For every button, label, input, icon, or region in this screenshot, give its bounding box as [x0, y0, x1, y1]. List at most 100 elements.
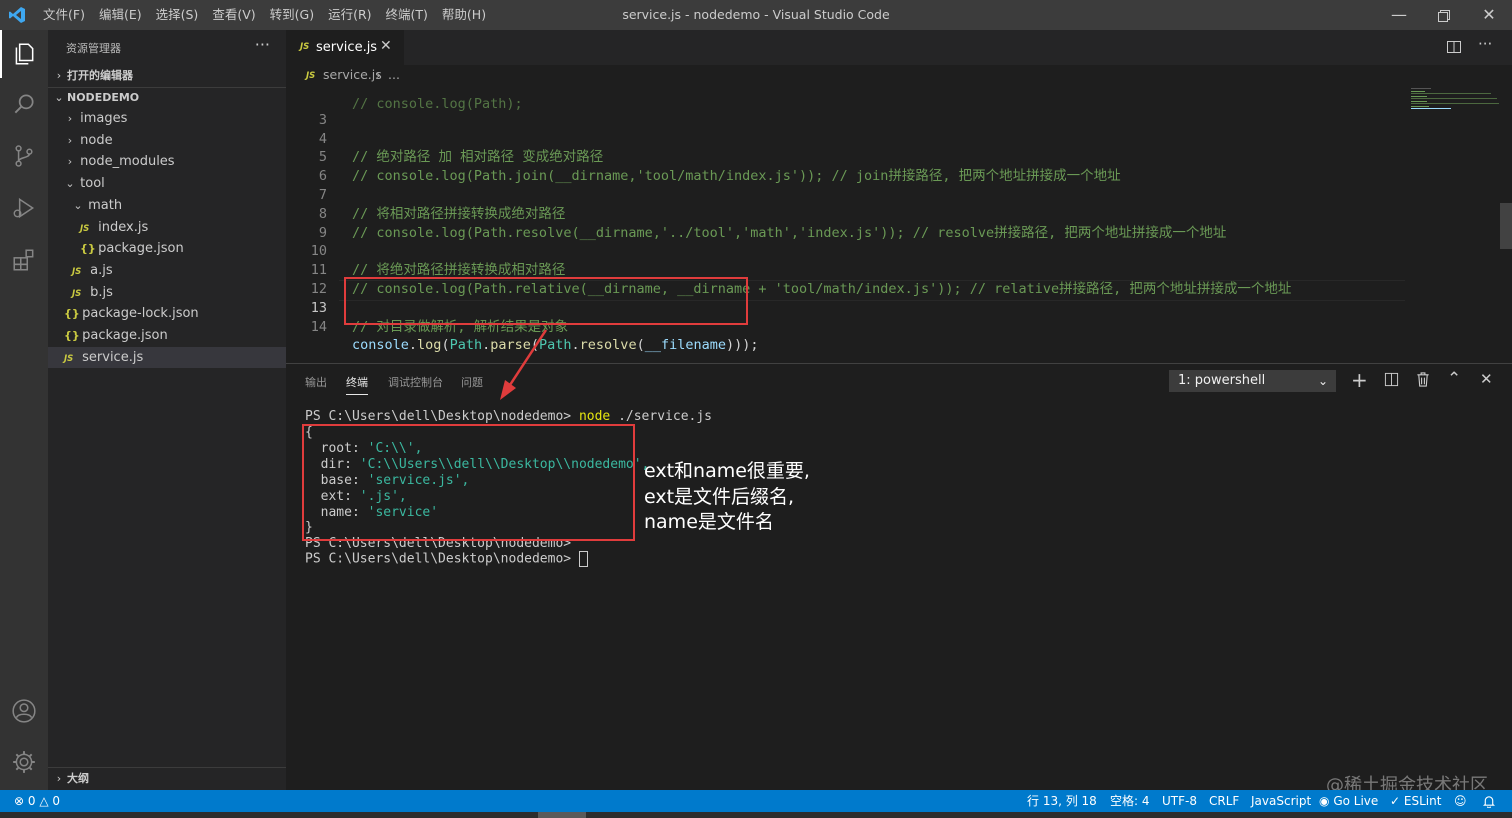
menu-bar: 文件(F) 编辑(E) 选择(S) 查看(V) 转到(G) 运行(R) 终端(T…	[36, 0, 493, 30]
code-line: 4 // 绝对路径 加 相对路径 变成绝对路径	[286, 111, 1498, 166]
split-editor-icon[interactable]	[1446, 39, 1462, 59]
code-line: 11 // console.log(Path.relative(__dirnam…	[286, 242, 1498, 297]
manage-gear-icon[interactable]	[0, 738, 48, 786]
breadcrumb: JS service.js › ...	[286, 65, 1512, 87]
go-live-label: Go Live	[1333, 794, 1379, 808]
js-file-icon: JS	[300, 42, 310, 52]
menu-help[interactable]: 帮助(H)	[435, 0, 493, 30]
line-number: 14	[310, 318, 327, 335]
restore-icon[interactable]	[1421, 0, 1467, 30]
tree-file-service-js[interactable]: JS service.js	[48, 346, 302, 369]
tree-file-math-package-json[interactable]: {} package.json	[48, 238, 318, 260]
tree-file-package-json[interactable]: {} package.json	[48, 325, 302, 347]
feedback-icon[interactable]: ☺	[1454, 790, 1467, 812]
breadcrumb-file[interactable]: service.js	[323, 65, 382, 85]
chevron-right-icon: ›	[56, 772, 62, 785]
language-mode[interactable]: JavaScript	[1251, 790, 1311, 812]
explorer-icon[interactable]	[0, 30, 48, 78]
close-window-icon[interactable]: ✕	[1466, 0, 1512, 30]
indentation[interactable]: 空格: 4	[1110, 790, 1150, 812]
maximize-panel-icon[interactable]: ⌃	[1447, 369, 1461, 389]
tree-folder-node-modules[interactable]: › node_modules	[48, 151, 302, 173]
annotation-line: name是文件名	[644, 511, 774, 533]
problems-indicator[interactable]: ⊗ 0 △ 0	[14, 790, 60, 812]
source-control-icon[interactable]	[0, 132, 48, 180]
tab-output[interactable]: 输出	[305, 374, 327, 390]
terminal-line: PS C:\Users\dell\Desktop\nodedemo> node …	[305, 409, 712, 424]
project-section[interactable]: ⌄ NODEDEMO	[48, 87, 286, 109]
code-line: 3	[286, 92, 1498, 128]
menu-go[interactable]: 转到(G)	[263, 0, 321, 30]
annotation-line: ext和name很重要,	[644, 460, 810, 482]
error-icon: ⊗	[14, 794, 25, 808]
more-actions-icon[interactable]: ···	[1478, 35, 1492, 53]
json-file-icon: {}	[64, 329, 80, 342]
encoding[interactable]: UTF-8	[1162, 790, 1197, 812]
tree-label: node	[80, 132, 113, 148]
menu-file[interactable]: 文件(F)	[36, 0, 92, 30]
tree-label: images	[80, 111, 128, 126]
trash-icon[interactable]	[1416, 372, 1430, 392]
menu-run[interactable]: 运行(R)	[321, 0, 378, 30]
title-bar: 文件(F) 编辑(E) 选择(S) 查看(V) 转到(G) 运行(R) 终端(T…	[0, 0, 1512, 30]
search-icon[interactable]	[0, 80, 48, 128]
terminal-select[interactable]: 1: powershell ⌄	[1169, 370, 1336, 392]
tree-folder-tool[interactable]: ⌄ tool	[48, 173, 302, 195]
tree-folder-node[interactable]: › node	[48, 130, 302, 152]
close-tab-icon[interactable]: ✕	[380, 38, 392, 54]
tree-label: package.json	[82, 328, 168, 343]
new-terminal-icon[interactable]: +	[1351, 368, 1368, 392]
extensions-icon[interactable]	[0, 236, 48, 284]
js-file-icon: JS	[64, 353, 74, 364]
taskbar-strip	[0, 812, 1512, 818]
scrollbar-thumb[interactable]	[538, 812, 586, 818]
outline-section[interactable]: › 大纲	[48, 768, 286, 790]
tab-debug-console[interactable]: 调试控制台	[388, 374, 443, 390]
tree-label: index.js	[98, 219, 149, 235]
tree-file-a-js[interactable]: JS a.js	[48, 260, 310, 282]
minimize-icon[interactable]: —	[1376, 0, 1422, 30]
notifications-bell-icon[interactable]	[1483, 790, 1495, 812]
tree-file-package-lock-json[interactable]: {} package-lock.json	[48, 303, 302, 325]
scrollbar-thumb[interactable]	[1500, 203, 1512, 249]
run-debug-icon[interactable]	[0, 184, 48, 232]
warning-icon: △	[39, 794, 49, 808]
tab-terminal[interactable]: 终端	[346, 374, 368, 395]
tab-service-js[interactable]: JS service.js ✕	[286, 30, 404, 65]
terminal-cursor	[578, 551, 588, 567]
menu-terminal[interactable]: 终端(T)	[379, 0, 435, 30]
menu-edit[interactable]: 编辑(E)	[92, 0, 149, 30]
cursor-position[interactable]: 行 13, 列 18	[1027, 790, 1097, 812]
annotation-line: ext是文件后缀名,	[644, 485, 795, 508]
breadcrumb-symbol[interactable]: ...	[388, 65, 400, 85]
menu-view[interactable]: 查看(V)	[205, 0, 262, 30]
tree-file-b-js[interactable]: JS b.js	[48, 282, 310, 304]
split-terminal-icon[interactable]	[1384, 372, 1399, 392]
terminal-select-value: 1: powershell	[1178, 373, 1266, 388]
activity-bar	[0, 30, 48, 790]
line-ending[interactable]: CRLF	[1209, 790, 1239, 812]
explorer-title: 资源管理器	[66, 42, 121, 55]
chevron-down-icon: ⌄	[54, 91, 64, 104]
tree-folder-images[interactable]: › images	[48, 108, 302, 130]
chevron-down-icon: ⌄	[73, 198, 83, 212]
editor-scrollbar[interactable]	[1500, 87, 1512, 363]
eslint-status[interactable]: ✓ ESLint	[1390, 790, 1441, 812]
tree-label: node_modules	[80, 154, 175, 170]
minimap[interactable]	[1408, 87, 1500, 363]
account-icon[interactable]	[0, 687, 48, 735]
close-panel-icon[interactable]: ✕	[1480, 370, 1493, 388]
chevron-right-icon: ›	[67, 112, 73, 125]
annotation-arrow-icon	[500, 329, 548, 400]
go-live-button[interactable]: ◉ Go Live	[1319, 790, 1378, 812]
chevron-right-icon: ›	[67, 133, 73, 147]
code-line: 9	[286, 205, 1498, 241]
tree-folder-math[interactable]: ⌄ math	[48, 195, 310, 217]
more-actions-icon[interactable]: ···	[255, 35, 270, 54]
breadcrumb-separator: ›	[376, 67, 381, 82]
menu-selection[interactable]: 选择(S)	[149, 0, 206, 30]
open-editors-section[interactable]: › 打开的编辑器	[48, 65, 286, 87]
tab-problems[interactable]: 问题	[461, 374, 483, 390]
tree-file-index-js[interactable]: JS index.js	[48, 217, 318, 239]
code-line: 6	[286, 148, 1498, 184]
